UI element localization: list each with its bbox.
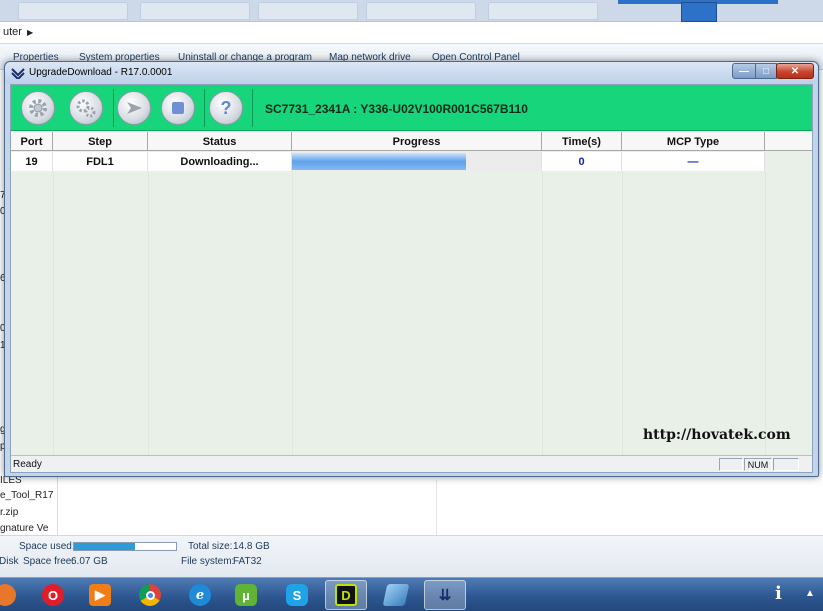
- ie-icon[interactable]: e: [179, 580, 221, 610]
- minimize-button[interactable]: —: [732, 63, 756, 79]
- stop-download-button[interactable]: [161, 91, 195, 125]
- column-divider: [292, 171, 293, 455]
- list-item[interactable]: r.zip: [0, 507, 56, 518]
- drive-type-label: Disk: [0, 556, 19, 567]
- column-divider: [622, 171, 623, 455]
- column-header-status[interactable]: Status: [148, 132, 292, 151]
- window-titlebar[interactable]: UpgradeDownload - R17.0.0001 — □ ✕: [5, 62, 818, 84]
- column-header-time[interactable]: Time(s): [542, 132, 622, 151]
- address-bar[interactable]: uter ▶: [0, 22, 823, 44]
- upgrade-download-window: UpgradeDownload - R17.0.0001 — □ ✕ ? SC7…: [4, 61, 819, 477]
- toolbar-separator: [204, 89, 205, 127]
- cell-port: 19: [11, 152, 53, 171]
- space-used-label: Space used:: [19, 541, 75, 552]
- column-header-port[interactable]: Port: [11, 132, 53, 151]
- background-tab[interactable]: [140, 2, 250, 20]
- background-tab[interactable]: [488, 2, 598, 20]
- window-client-area: ? SC7731_2341A : Y336-U02V100R001C567B11…: [10, 84, 813, 473]
- tray-info-icon[interactable]: i: [775, 583, 782, 604]
- column-divider: [148, 171, 149, 455]
- column-divider: [53, 171, 54, 455]
- pane-divider: [436, 480, 437, 535]
- column-header-progress[interactable]: Progress: [292, 132, 542, 151]
- address-text: uter: [3, 26, 22, 38]
- column-divider: [542, 171, 543, 455]
- status-text: Ready: [13, 459, 42, 470]
- space-free-label: Space free:: [23, 556, 75, 567]
- flash-tool-icon[interactable]: D: [325, 580, 367, 610]
- grid-header: Port Step Status Progress Time(s) MCP Ty…: [11, 132, 812, 151]
- window-title: UpgradeDownload - R17.0.0001: [29, 67, 173, 78]
- maximize-button[interactable]: □: [755, 63, 777, 79]
- tool-strip: ? SC7731_2341A : Y336-U02V100R001C567B11…: [11, 85, 812, 131]
- cell-step: FDL1: [53, 152, 148, 171]
- background-blue-button[interactable]: [681, 2, 717, 22]
- stop-icon: [172, 102, 184, 114]
- play-icon: [127, 102, 142, 114]
- cell-status: Downloading...: [148, 152, 292, 171]
- help-icon: ?: [220, 97, 232, 118]
- list-item[interactable]: e_Tool_R17: [0, 490, 56, 501]
- firmware-label: SC7731_2341A : Y336-U02V100R001C567B110: [265, 102, 528, 116]
- file-system-value: FAT32: [233, 556, 262, 567]
- status-pane-empty: [773, 458, 799, 471]
- space-free-value: 6.07 GB: [71, 556, 108, 567]
- taskbar: O ▶ e µ S D ⇊ i ▲: [0, 577, 823, 611]
- total-size-value: 14.8 GB: [233, 541, 270, 552]
- total-size-label: Total size:: [188, 541, 233, 552]
- explorer-details-pane: Disk Space used: Space free: 6.07 GB Tot…: [0, 535, 823, 577]
- space-used-bar: [73, 542, 177, 551]
- cell-mcp-type: —: [622, 152, 765, 171]
- upgrade-download-icon[interactable]: ⇊: [424, 580, 466, 610]
- load-packet-button[interactable]: [69, 91, 103, 125]
- close-button[interactable]: ✕: [776, 63, 814, 79]
- gear-icon: [29, 99, 47, 117]
- help-button[interactable]: ?: [209, 91, 243, 125]
- cell-time: 0: [542, 152, 622, 171]
- progress-bar: [292, 152, 541, 171]
- table-row[interactable]: 19 FDL1 Downloading... 0 —: [11, 152, 812, 171]
- notepad-icon[interactable]: [375, 580, 417, 610]
- skype-icon[interactable]: S: [276, 580, 318, 610]
- file-system-label: File system:: [181, 556, 235, 567]
- background-browser-tabs: [0, 0, 823, 22]
- space-used-bar-fill: [74, 543, 136, 550]
- progress-bar-fill: [292, 153, 467, 170]
- toolbar-separator: [252, 89, 253, 127]
- status-pane-empty: [719, 458, 743, 471]
- background-tab[interactable]: [258, 2, 358, 20]
- background-tab[interactable]: [366, 2, 476, 20]
- tray-chevron-up-icon[interactable]: ▲: [805, 588, 815, 599]
- column-divider: [765, 171, 766, 455]
- watermark: http://hovatek.com: [643, 427, 791, 443]
- column-header-mcp-type[interactable]: MCP Type: [622, 132, 765, 151]
- column-header-step[interactable]: Step: [53, 132, 148, 151]
- chevron-right-icon[interactable]: ▶: [27, 28, 33, 37]
- utorrent-icon[interactable]: µ: [225, 580, 267, 610]
- media-player-icon[interactable]: ▶: [79, 580, 121, 610]
- background-tab[interactable]: [18, 2, 128, 20]
- firefox-icon[interactable]: [0, 580, 26, 610]
- app-icon: [11, 68, 25, 79]
- list-item[interactable]: gnature Ve: [0, 523, 56, 534]
- gears-icon: [76, 99, 96, 118]
- settings-button[interactable]: [21, 91, 55, 125]
- num-lock-indicator: NUM: [744, 458, 772, 471]
- start-download-button[interactable]: [117, 91, 151, 125]
- status-bar: Ready NUM: [11, 455, 812, 472]
- cell-progress: [292, 152, 542, 171]
- chrome-icon[interactable]: [129, 580, 171, 610]
- download-grid: Port Step Status Progress Time(s) MCP Ty…: [11, 132, 812, 455]
- toolbar-separator: [113, 89, 114, 127]
- opera-icon[interactable]: O: [32, 580, 74, 610]
